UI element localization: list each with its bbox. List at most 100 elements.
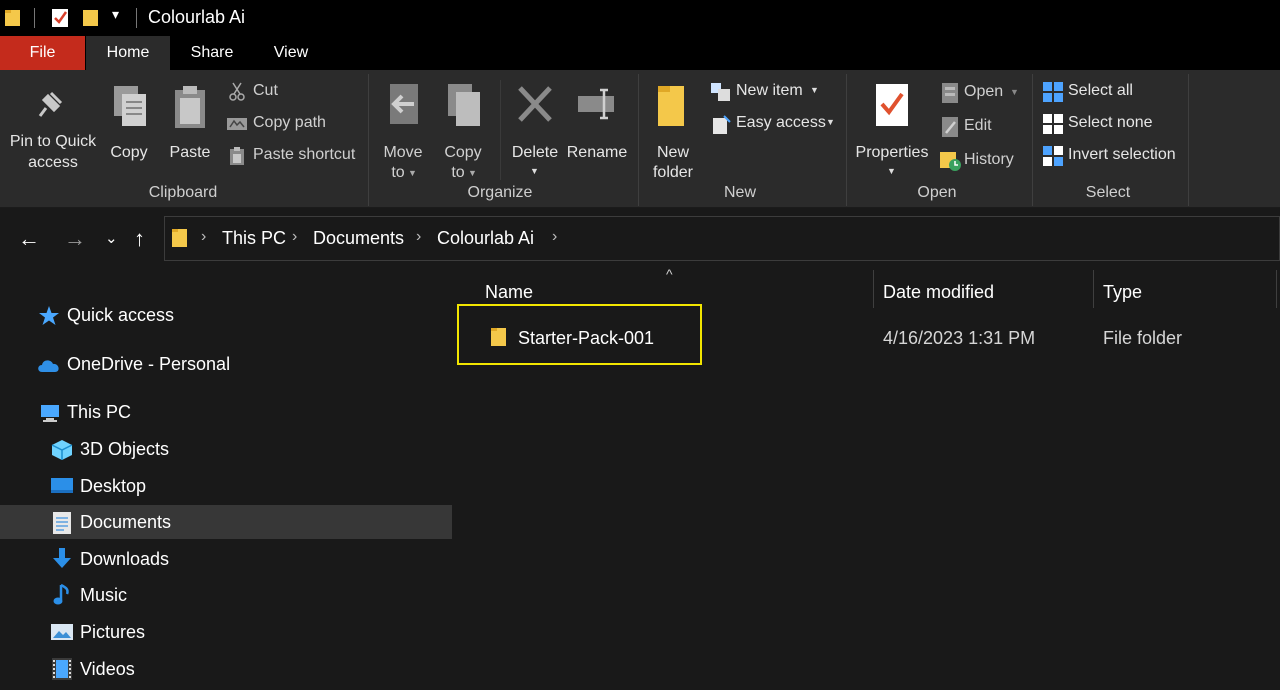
history-button[interactable]: History — [938, 148, 1024, 174]
forward-arrow-icon[interactable]: → — [64, 226, 86, 252]
copy-button[interactable]: Copy — [104, 80, 154, 180]
copy-to-button[interactable]: Copy to ▼ — [436, 80, 490, 181]
edit-label: Edit — [964, 117, 992, 134]
pictures-icon — [51, 624, 73, 640]
scissors-icon — [229, 82, 245, 101]
properties-icon — [876, 84, 908, 126]
tab-home[interactable]: Home — [86, 36, 170, 70]
navigation-bar: ← → ⌄ ↑ › This PC › Documents › Colourla… — [0, 208, 1280, 270]
open-button[interactable]: Open ▼ — [938, 80, 1024, 106]
delete-button[interactable]: Delete ▼ — [508, 80, 562, 180]
computer-icon — [41, 405, 59, 422]
select-none-icon — [1043, 114, 1063, 134]
nav-item-pictures[interactable]: Pictures — [0, 615, 452, 649]
easy-access-button[interactable]: Easy access ▼ — [708, 112, 838, 138]
download-arrow-icon — [53, 548, 71, 568]
group-separator — [368, 74, 369, 206]
move-to-button[interactable]: Move to ▼ — [376, 80, 430, 181]
breadcrumb-chevron-icon[interactable]: › — [201, 228, 206, 246]
group-separator — [1188, 74, 1189, 206]
breadcrumb-chevron-icon[interactable]: › — [552, 228, 557, 246]
pin-label: Pin to Quick — [9, 133, 97, 150]
folder-icon[interactable] — [4, 8, 22, 28]
desktop-icon — [51, 478, 73, 493]
nav-item-desktop[interactable]: Desktop — [0, 469, 452, 503]
pin-icon — [38, 91, 63, 117]
paste-label: Paste — [169, 144, 211, 161]
up-arrow-icon[interactable]: ↑ — [134, 226, 145, 252]
group-separator — [638, 74, 639, 206]
tab-view[interactable]: View — [254, 36, 328, 70]
star-icon — [39, 306, 59, 325]
file-type: File folder — [1103, 328, 1183, 348]
address-bar[interactable]: › This PC › Documents › Colourlab Ai › — [164, 216, 1280, 261]
paste-button[interactable]: Paste — [164, 80, 216, 180]
title-separator — [34, 8, 35, 28]
recent-locations-chevron-icon[interactable]: ⌄ — [105, 229, 118, 247]
tab-file[interactable]: File — [0, 36, 85, 70]
ribbon-home: Pin to Quick access Copy Paste Cut Copy … — [0, 70, 1280, 208]
copy-label: Copy — [110, 144, 148, 161]
history-label: History — [964, 151, 1014, 168]
select-none-button[interactable]: Select none — [1040, 112, 1184, 138]
new-folder-button[interactable]: New folder — [646, 80, 700, 181]
column-header-type[interactable]: Type — [1103, 282, 1142, 303]
paste-shortcut-icon — [230, 147, 244, 165]
copy-to-icon — [448, 84, 480, 126]
column-divider[interactable] — [1276, 270, 1277, 308]
documents-icon — [53, 512, 71, 534]
column-header-date-modified[interactable]: Date modified — [883, 282, 994, 303]
invert-selection-button[interactable]: Invert selection — [1040, 144, 1184, 170]
new-item-icon — [711, 83, 730, 101]
group-label-open: Open — [917, 184, 957, 201]
new-item-button[interactable]: New item ▼ — [708, 80, 838, 106]
highlight-box — [457, 304, 702, 365]
nav-label: Videos — [80, 659, 135, 679]
new-folder-label: New — [656, 144, 689, 161]
cut-button[interactable]: Cut — [226, 80, 362, 106]
ribbon-tabs: File Home Share View — [0, 36, 1280, 70]
nav-item-downloads[interactable]: Downloads — [0, 542, 452, 576]
file-explorer-window: ▾ Colourlab Ai File Home Share View Pin … — [0, 0, 1280, 690]
nav-item-3d-objects[interactable]: 3D Objects — [0, 432, 452, 466]
tab-share[interactable]: Share — [172, 36, 252, 70]
column-divider[interactable] — [873, 270, 874, 308]
file-date-modified: 4/16/2023 1:31 PM — [883, 328, 1036, 348]
nav-item-videos[interactable]: Videos — [0, 652, 452, 686]
breadcrumb-documents[interactable]: Documents — [313, 228, 404, 249]
customize-toolbar-icon[interactable]: ▾ — [112, 6, 119, 23]
rename-button[interactable]: Rename — [566, 80, 628, 180]
music-note-icon — [53, 583, 69, 605]
pin-label-2: access — [28, 154, 78, 171]
new-folder-quick-icon[interactable] — [82, 8, 100, 28]
select-all-button[interactable]: Select all — [1040, 80, 1184, 106]
breadcrumb-chevron-icon[interactable]: › — [416, 228, 421, 246]
properties-button[interactable]: Properties ▼ — [852, 80, 932, 180]
breadcrumb-chevron-icon[interactable]: › — [292, 228, 297, 246]
open-icon — [942, 83, 958, 103]
invert-selection-icon — [1043, 146, 1063, 166]
column-divider[interactable] — [1093, 270, 1094, 308]
nav-item-music[interactable]: Music — [0, 578, 452, 612]
nav-item-onedrive[interactable]: OneDrive - Personal — [0, 347, 452, 381]
column-header-name[interactable]: Name — [485, 282, 533, 303]
copy-path-button[interactable]: Copy path — [226, 112, 362, 138]
nav-label: 3D Objects — [80, 439, 170, 459]
nav-item-quick-access[interactable]: Quick access — [0, 298, 452, 332]
breadcrumb-this-pc[interactable]: This PC — [222, 228, 286, 249]
pin-to-quick-access-button[interactable]: Pin to Quick access — [4, 80, 102, 180]
new-folder-label-2: folder — [652, 164, 694, 181]
nav-item-this-pc[interactable]: This PC — [0, 395, 452, 429]
rename-icon — [578, 88, 614, 120]
move-to-label: Move — [383, 144, 423, 161]
nav-label: Documents — [80, 512, 172, 532]
paste-shortcut-button[interactable]: Paste shortcut — [226, 144, 362, 170]
nav-item-documents[interactable]: Documents — [0, 505, 452, 539]
group-label-organize: Organize — [467, 184, 533, 201]
back-arrow-icon[interactable]: ← — [18, 226, 40, 252]
breadcrumb-colourlab-ai[interactable]: Colourlab Ai — [437, 228, 534, 249]
properties-quick-icon[interactable] — [50, 7, 70, 29]
move-to-icon — [390, 84, 418, 124]
edit-button[interactable]: Edit — [938, 114, 1024, 140]
invert-selection-label: Invert selection — [1068, 146, 1176, 163]
